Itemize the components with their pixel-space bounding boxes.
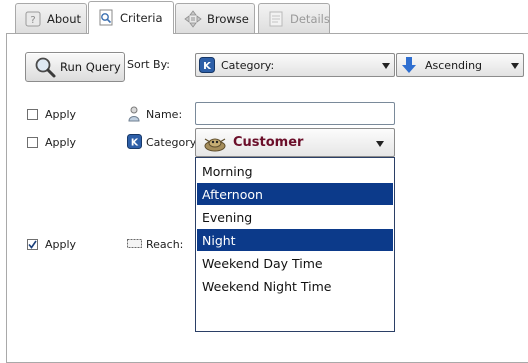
tab-label: Details <box>290 11 330 26</box>
category-value: Customer <box>233 135 304 150</box>
dropdown-option[interactable]: Evening <box>197 206 393 228</box>
apply-category-label: Apply <box>45 136 77 149</box>
tab-label: Browse <box>207 11 249 26</box>
chevron-down-icon <box>376 140 384 147</box>
dropdown-option[interactable]: Morning <box>197 160 393 182</box>
dropdown-option[interactable]: Weekend Day Time <box>197 252 393 274</box>
tab-label: About <box>47 11 82 26</box>
category-field-label: Category: <box>146 136 200 149</box>
category-dropdown-list: Morning Afternoon Evening Night Weekend … <box>195 157 395 332</box>
apply-category-checkbox[interactable] <box>27 137 38 148</box>
name-field-label: Name: <box>146 108 183 121</box>
checkmark-icon <box>28 240 37 249</box>
sort-field-select[interactable]: K Category: <box>195 53 395 77</box>
category-select[interactable]: Customer <box>195 128 395 157</box>
tab-browse[interactable]: Browse <box>175 3 255 33</box>
chevron-down-icon <box>511 63 519 69</box>
kde-icon: K <box>199 57 215 73</box>
criteria-icon <box>97 9 115 27</box>
svg-text:K: K <box>131 137 139 148</box>
apply-reach-label: Apply <box>45 238 77 251</box>
tab-label: Criteria <box>120 11 163 25</box>
apply-reach-checkbox[interactable] <box>27 239 38 250</box>
details-icon <box>267 10 285 28</box>
tab-details[interactable]: Details <box>258 3 330 33</box>
sort-by-label: Sort By: <box>127 58 171 71</box>
dropdown-option[interactable]: Night <box>197 229 393 251</box>
chevron-down-icon <box>382 63 390 69</box>
svg-text:K: K <box>203 61 212 72</box>
tab-bar: ? About Criteria Browse Details <box>0 0 528 34</box>
browse-icon <box>184 9 202 28</box>
tab-criteria[interactable]: Criteria <box>88 1 174 34</box>
run-query-label: Run Query <box>60 60 121 74</box>
sort-order-select[interactable]: Ascending <box>396 53 524 77</box>
apply-name-checkbox[interactable] <box>27 109 38 120</box>
dropdown-option[interactable]: Afternoon <box>197 183 393 205</box>
apply-name-label: Apply <box>45 108 77 121</box>
run-query-button[interactable]: Run Query <box>25 52 125 82</box>
kde-icon: K <box>127 134 142 149</box>
person-icon <box>127 106 141 122</box>
svg-text:?: ? <box>30 15 35 26</box>
sort-order-value: Ascending <box>425 58 483 72</box>
reach-icon <box>127 238 142 249</box>
dropdown-option[interactable]: Weekend Night Time <box>197 275 393 297</box>
about-icon: ? <box>24 10 42 28</box>
magnifier-icon <box>32 54 58 80</box>
reach-field-label: Reach: <box>146 238 184 251</box>
gimp-mascot-icon <box>202 133 228 153</box>
name-input[interactable] <box>195 102 395 125</box>
tab-about[interactable]: ? About <box>15 3 87 33</box>
arrow-down-icon <box>400 56 418 74</box>
sort-field-value: Category: <box>221 58 275 72</box>
